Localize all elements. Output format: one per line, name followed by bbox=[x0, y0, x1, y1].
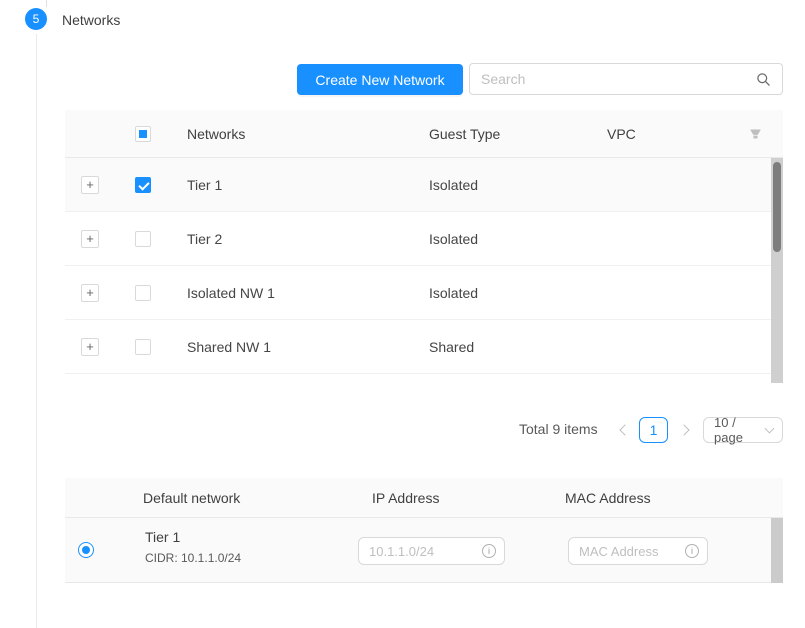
pagination-total: Total 9 items bbox=[519, 421, 598, 437]
ip-address-field-wrap: i bbox=[358, 537, 505, 565]
networks-table-header: Networks Guest Type VPC bbox=[65, 110, 783, 158]
column-header-mac-address: MAC Address bbox=[565, 490, 651, 506]
default-network-cidr: CIDR: 10.1.1.0/24 bbox=[145, 551, 241, 565]
guest-type: Isolated bbox=[429, 285, 478, 301]
column-header-vpc: VPC bbox=[607, 126, 636, 142]
column-header-networks: Networks bbox=[187, 126, 245, 142]
default-network-name: Tier 1 bbox=[145, 529, 180, 545]
table-row-isolated-nw1[interactable]: + Isolated NW 1 Isolated bbox=[65, 266, 772, 320]
ip-address-input[interactable] bbox=[359, 544, 482, 559]
page-number-button[interactable]: 1 bbox=[639, 417, 668, 443]
table-row-tier1[interactable]: + Tier 1 Isolated bbox=[65, 158, 772, 212]
page-size-label: 10 / page bbox=[714, 415, 766, 445]
step-number-badge: 5 bbox=[25, 8, 47, 30]
networks-table-scrollbar-thumb[interactable] bbox=[773, 162, 781, 252]
table-row-shared-nw1[interactable]: + Shared NW 1 Shared bbox=[65, 320, 772, 374]
step-title: Networks bbox=[62, 12, 120, 28]
expand-row-icon[interactable]: + bbox=[81, 176, 99, 194]
search-input[interactable] bbox=[470, 71, 756, 87]
step-connector-line bbox=[36, 34, 37, 628]
default-network-row-tier1[interactable]: Tier 1 CIDR: 10.1.1.0/24 i i bbox=[65, 518, 772, 583]
row-checkbox-isolated-nw1[interactable] bbox=[135, 285, 151, 301]
network-name: Shared NW 1 bbox=[187, 339, 271, 355]
info-icon[interactable]: i bbox=[685, 544, 699, 558]
guest-type: Shared bbox=[429, 339, 474, 355]
mac-address-input[interactable] bbox=[569, 544, 685, 559]
default-network-radio[interactable] bbox=[78, 542, 94, 558]
table-row-tier2[interactable]: + Tier 2 Isolated bbox=[65, 212, 772, 266]
next-page-icon[interactable] bbox=[672, 417, 698, 443]
row-checkbox-shared-nw1[interactable] bbox=[135, 339, 151, 355]
create-new-network-button[interactable]: Create New Network bbox=[297, 64, 463, 95]
row-checkbox-tier1[interactable] bbox=[135, 177, 151, 193]
expand-row-icon[interactable]: + bbox=[81, 338, 99, 356]
network-name: Tier 1 bbox=[187, 177, 222, 193]
column-header-default-network: Default network bbox=[143, 490, 240, 506]
mac-address-field-wrap: i bbox=[568, 537, 708, 565]
column-header-guest-type: Guest Type bbox=[429, 126, 500, 142]
step-connector-top bbox=[46, 0, 47, 7]
guest-type: Isolated bbox=[429, 177, 478, 193]
column-header-ip-address: IP Address bbox=[372, 490, 439, 506]
network-name: Isolated NW 1 bbox=[187, 285, 275, 301]
search-icon[interactable] bbox=[756, 72, 771, 87]
network-name: Tier 2 bbox=[187, 231, 222, 247]
info-icon[interactable]: i bbox=[482, 544, 496, 558]
guest-type: Isolated bbox=[429, 231, 478, 247]
row-checkbox-tier2[interactable] bbox=[135, 231, 151, 247]
search-box[interactable] bbox=[469, 63, 783, 95]
expand-row-icon[interactable]: + bbox=[81, 284, 99, 302]
page-size-select[interactable]: 10 / page bbox=[703, 417, 783, 443]
networks-step-page: 5 Networks Create New Network Networks G… bbox=[0, 0, 805, 628]
prev-page-icon[interactable] bbox=[610, 417, 636, 443]
select-all-checkbox[interactable] bbox=[135, 126, 151, 142]
default-table-scrollbar[interactable] bbox=[771, 518, 783, 583]
expand-row-icon[interactable]: + bbox=[81, 230, 99, 248]
default-network-table-header: Default network IP Address MAC Address bbox=[65, 478, 783, 518]
filter-icon[interactable] bbox=[749, 127, 762, 140]
